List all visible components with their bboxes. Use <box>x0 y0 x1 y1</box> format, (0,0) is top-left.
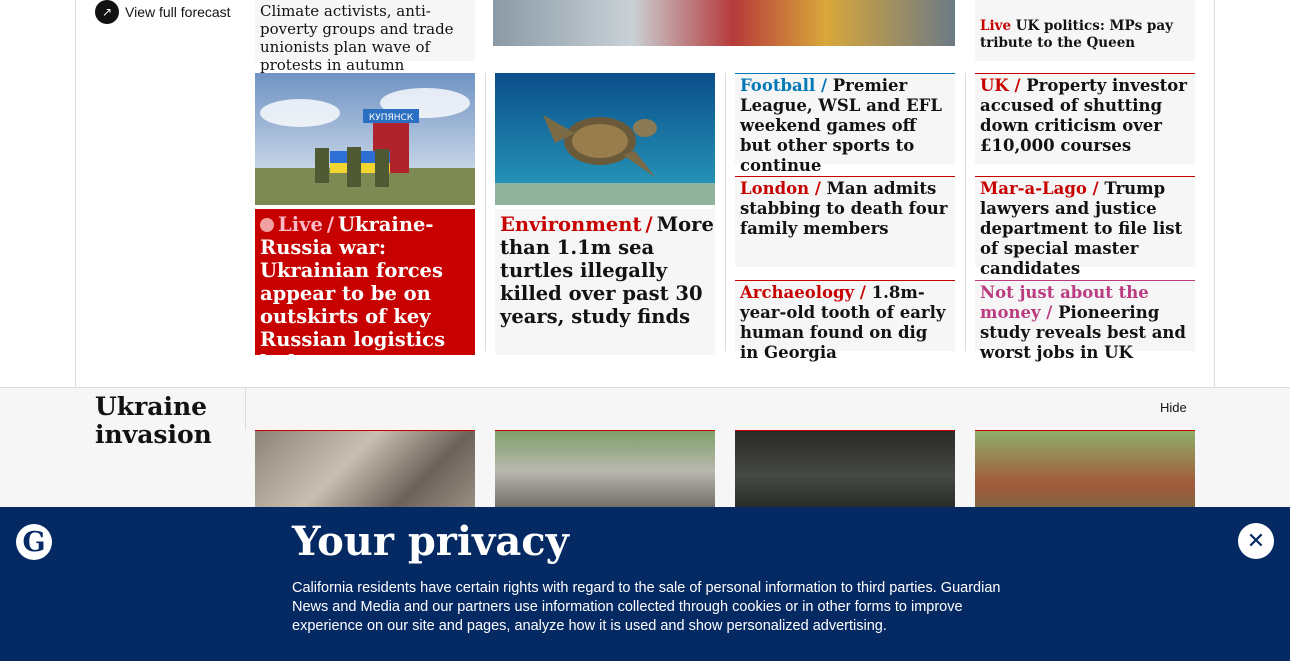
forecast-label: View full forecast <box>125 4 231 20</box>
kicker-mar-a-lago: Mar-a-Lago <box>980 179 1087 198</box>
hide-section-button[interactable]: Hide <box>1160 400 1187 415</box>
kicker-football: Football <box>740 76 816 95</box>
news-card-uk[interactable]: UK / Property investor accused of shutti… <box>975 73 1195 164</box>
news-card-mar-a-lago[interactable]: Mar-a-Lago / Trump lawyers and justice d… <box>975 176 1195 278</box>
sea-turtle-image <box>495 73 715 205</box>
live-pulse-icon <box>260 218 274 232</box>
news-card-sea-turtles[interactable]: Environment / More than 1.1m sea turtles i… <box>495 73 715 355</box>
headline-block: Live / Ukraine-Russia war: Ukrainian force… <box>255 209 475 374</box>
headline-block: Environment / More than 1.1m sea turtles i… <box>495 209 715 355</box>
column-divider <box>725 73 726 351</box>
kicker-live: Live <box>278 213 323 236</box>
news-card-football[interactable]: Football / Premier League, WSL and EFL w… <box>735 73 955 175</box>
kicker-separator: / <box>326 213 334 236</box>
live-kicker: Live <box>980 18 1012 34</box>
kicker-environment: Environment <box>500 213 642 236</box>
news-card-protests[interactable]: Climate activists, anti-poverty groups a… <box>255 0 475 74</box>
news-card-uk-politics[interactable]: Live UK politics: MPs pay tribute to the… <box>975 0 1195 61</box>
ukraine-sign-image: КУПЯНСК <box>255 73 475 205</box>
news-card-archaeology[interactable]: Archaeology / 1.8m-year-old tooth of ear… <box>735 280 955 362</box>
close-icon: ✕ <box>1246 528 1266 553</box>
kicker-london: London <box>740 179 810 198</box>
news-card-london[interactable]: London / Man admits stabbing to death fo… <box>735 176 955 267</box>
section-divider <box>245 388 246 430</box>
news-image[interactable] <box>493 0 955 46</box>
headline: Ukraine-Russia war: Ukrainian forces app… <box>260 213 446 374</box>
view-forecast-link[interactable]: ↗ View full forecast <box>95 0 231 24</box>
guardian-logo: G <box>16 524 52 560</box>
kicker-uk: UK <box>980 76 1009 95</box>
news-card-ukraine-live[interactable]: КУПЯНСК Live / Ukraine-Russia war: Ukraini… <box>255 73 475 374</box>
privacy-title: Your privacy <box>292 518 569 565</box>
news-card-jobs-study[interactable]: Not just about the money / Pioneering st… <box>975 280 1195 362</box>
column-divider <box>965 73 966 351</box>
sign-caption: КУПЯНСК <box>369 113 414 123</box>
privacy-banner: G Your privacy California residents have… <box>0 507 1290 661</box>
kicker-archaeology: Archaeology <box>740 283 855 302</box>
column-divider <box>485 73 486 351</box>
privacy-body: California residents have certain rights… <box>292 580 1001 634</box>
external-link-icon: ↗ <box>95 0 119 24</box>
close-privacy-button[interactable]: ✕ <box>1238 523 1274 559</box>
section-title: Ukraine invasion <box>95 392 212 449</box>
kicker-separator: / <box>645 213 653 236</box>
